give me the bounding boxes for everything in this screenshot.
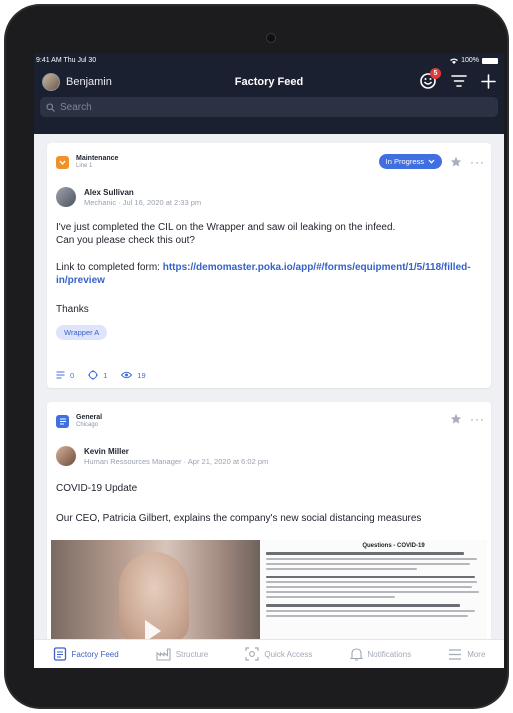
post-stats: 0 1 19 xyxy=(56,370,146,380)
notification-badge: 5 xyxy=(430,68,441,79)
scan-icon xyxy=(245,647,259,661)
author-meta: Mechanic · Jul 16, 2020 at 2:33 pm xyxy=(84,197,202,207)
comments-icon xyxy=(56,371,65,379)
search-bar[interactable] xyxy=(40,97,498,117)
more-options-icon[interactable]: ··· xyxy=(470,156,485,168)
tab-label: Notifications xyxy=(367,649,412,659)
avatar xyxy=(56,446,76,466)
factory-icon xyxy=(156,647,171,661)
search-input[interactable] xyxy=(60,101,480,113)
comments-count[interactable]: 0 xyxy=(56,370,74,380)
tab-label: Quick Access xyxy=(264,649,313,659)
category-name: General xyxy=(76,414,103,421)
post-actions: In Progress ··· xyxy=(378,154,485,169)
menu-icon xyxy=(449,648,462,660)
battery-icon xyxy=(482,57,498,64)
post-body-line: Can you please check this out? xyxy=(56,235,195,246)
tab-label: Factory Feed xyxy=(71,649,119,659)
camera-icon xyxy=(266,33,276,43)
feed-icon xyxy=(53,647,66,661)
star-icon[interactable] xyxy=(450,413,462,425)
status-time: 9:41 AM Thu Jul 30 xyxy=(36,57,97,64)
post-body-line: I've just completed the CIL on the Wrapp… xyxy=(56,222,396,233)
author-meta: Human Ressources Manager · Apr 21, 2020 … xyxy=(84,456,269,466)
reactions-value: 1 xyxy=(103,370,108,380)
category-location: Chicago xyxy=(76,422,99,428)
equipment-tag[interactable]: Wrapper A xyxy=(56,325,108,340)
document-preview[interactable]: Questions - COVID-19 xyxy=(260,540,487,639)
chat-icon xyxy=(56,415,69,428)
wifi-icon xyxy=(450,58,459,64)
app-header: 9:41 AM Thu Jul 30 100% Benjamin Factory… xyxy=(34,53,504,134)
bottom-tab-bar: Factory Feed Structure Quick Access Noti… xyxy=(34,639,504,668)
post-card[interactable]: General Chicago ··· Kevin Miller Human R… xyxy=(47,402,491,639)
more-options-icon[interactable]: ··· xyxy=(470,413,485,425)
eye-icon xyxy=(121,371,133,379)
link-prefix: Link to completed form: xyxy=(56,262,163,273)
tab-more[interactable]: More xyxy=(448,648,486,660)
header-actions: 5 xyxy=(419,68,496,90)
status-dropdown[interactable]: In Progress xyxy=(378,154,442,169)
post-card[interactable]: Maintenance Line 1 In Progress ··· Alex … xyxy=(47,143,491,388)
filter-icon[interactable] xyxy=(451,74,467,88)
tab-factory-feed[interactable]: Factory Feed xyxy=(53,647,119,661)
video-thumbnail[interactable] xyxy=(51,540,260,639)
post-headline: COVID-19 Update xyxy=(56,483,138,494)
avatar xyxy=(56,187,76,207)
views-value: 19 xyxy=(137,370,146,380)
tab-label: Structure xyxy=(175,649,209,659)
author-name: Kevin Miller xyxy=(84,446,129,456)
status-label: In Progress xyxy=(385,157,424,166)
battery-percent: 100% xyxy=(461,57,479,64)
post-body: I've just completed the CIL on the Wrapp… xyxy=(56,221,484,247)
category-location: Line 1 xyxy=(76,163,93,169)
activity-button[interactable]: 5 xyxy=(419,68,441,90)
add-icon[interactable] xyxy=(481,73,496,89)
author-name: Alex Sullivan xyxy=(84,187,134,197)
views-count: 19 xyxy=(121,370,146,380)
chevron-down-icon xyxy=(428,159,435,164)
battery-indicator: 100% xyxy=(450,57,498,64)
post-actions: ··· xyxy=(450,413,485,425)
app-screen: 9:41 AM Thu Jul 30 100% Benjamin Factory… xyxy=(34,53,504,668)
post-category[interactable]: General Chicago xyxy=(56,414,102,429)
search-icon xyxy=(46,102,55,112)
tab-notifications[interactable]: Notifications xyxy=(349,647,412,661)
wrench-icon xyxy=(56,156,69,169)
post-thanks: Thanks xyxy=(56,304,89,315)
feed-list: Maintenance Line 1 In Progress ··· Alex … xyxy=(34,134,504,639)
document-title: Questions - COVID-19 xyxy=(362,543,425,549)
reactions-count[interactable]: 1 xyxy=(88,370,107,380)
comments-value: 0 xyxy=(70,370,75,380)
status-bar: 9:41 AM Thu Jul 30 100% xyxy=(34,53,504,69)
reaction-icon xyxy=(88,370,99,380)
post-author[interactable]: Kevin Miller Human Ressources Manager · … xyxy=(56,446,268,466)
post-author[interactable]: Alex Sullivan Mechanic · Jul 16, 2020 at… xyxy=(56,187,201,207)
category-name: Maintenance xyxy=(76,155,119,162)
post-category[interactable]: Maintenance Line 1 xyxy=(56,155,118,170)
post-link-paragraph: Link to completed form: https://demomast… xyxy=(56,261,484,287)
post-body: Our CEO, Patricia Gilbert, explains the … xyxy=(56,513,422,524)
post-media: Questions - COVID-19 xyxy=(51,540,487,639)
tab-quick-access[interactable]: Quick Access xyxy=(245,647,312,661)
tab-structure[interactable]: Structure xyxy=(156,647,209,661)
bell-icon xyxy=(349,648,363,661)
star-icon[interactable] xyxy=(450,156,462,168)
tab-label: More xyxy=(467,649,486,659)
play-icon[interactable] xyxy=(145,620,161,639)
